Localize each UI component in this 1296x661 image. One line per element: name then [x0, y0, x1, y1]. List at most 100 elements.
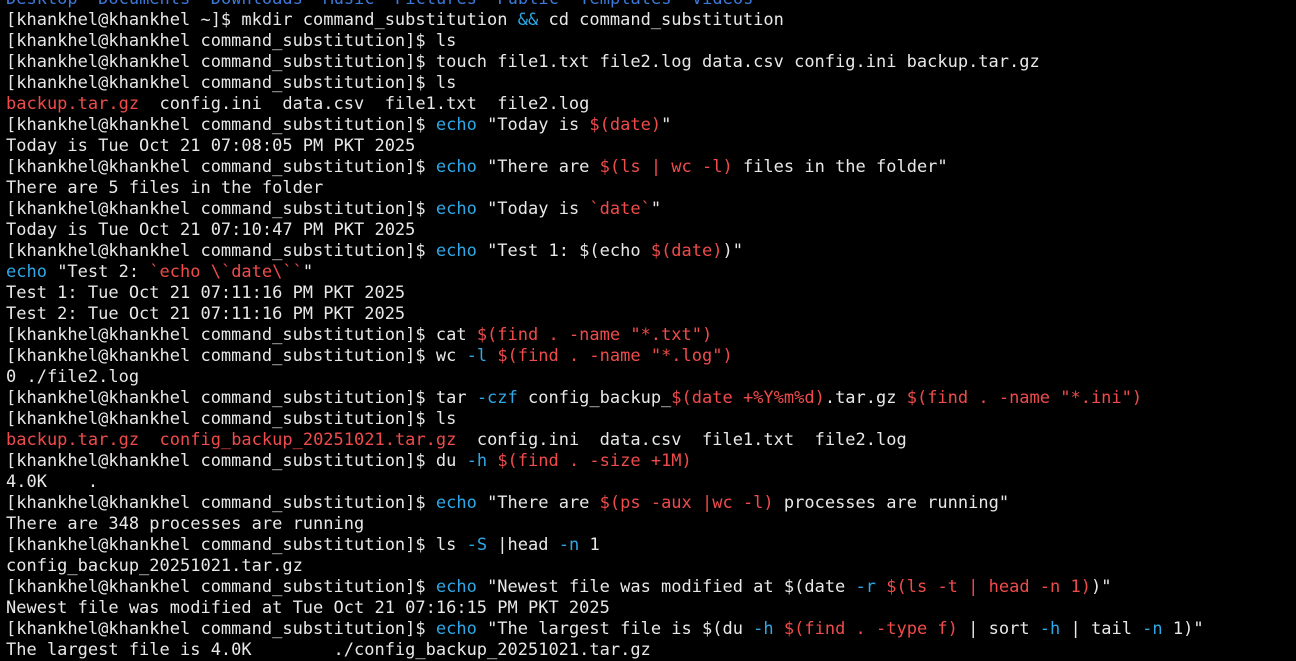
terminal-text-segment: cd command_substitution — [538, 10, 784, 30]
terminal-text-segment: files in the folder" — [732, 157, 948, 177]
terminal-text-segment: backup.tar.gz — [6, 430, 140, 450]
terminal-text-segment: There are 5 files in the folder — [6, 178, 324, 198]
terminal-line: [khankhel@khankhel command_substitution]… — [6, 577, 1296, 598]
terminal-line: 4.0K . — [6, 472, 1296, 493]
terminal-window[interactable]: Desktop Documents Downloads Music Pictur… — [6, 0, 1296, 661]
terminal-text-segment: [khankhel@khankhel command_substitution]… — [6, 157, 436, 177]
terminal-text-segment: [khankhel@khankhel command_substitution]… — [6, 535, 467, 555]
terminal-text-segment: | tail — [1060, 619, 1143, 639]
terminal-text-segment: $(find . -type f) — [783, 619, 958, 639]
terminal-text-segment: Public — [497, 0, 558, 9]
terminal-line: Desktop Documents Downloads Music Pictur… — [6, 0, 1296, 10]
terminal-text-segment: $(find . -size +1M) — [497, 451, 692, 471]
terminal-line: backup.tar.gz config_backup_20251021.tar… — [6, 430, 1296, 451]
terminal-text-segment: "Today is — [476, 199, 590, 219]
terminal-text-segment: "Today is — [476, 115, 590, 135]
terminal-text-segment: $(find . -name "*.log") — [497, 346, 733, 366]
terminal-text-segment: && — [517, 10, 539, 30]
terminal-text-segment: "Test 1: $(echo — [476, 241, 651, 261]
terminal-line: There are 348 processes are running — [6, 514, 1296, 535]
terminal-text-segment: $(find . -name "*.txt") — [476, 325, 713, 345]
terminal-text-segment: Test 1: Tue Oct 21 07:11:16 PM PKT 2025 — [6, 283, 406, 303]
terminal-text-segment: [khankhel@khankhel command_substitution]… — [6, 241, 436, 261]
terminal-text-segment: `date` — [589, 199, 651, 219]
terminal-text-segment: Videos — [692, 0, 753, 9]
terminal-text-segment: echo — [435, 157, 477, 177]
terminal-line: [khankhel@khankhel command_substitution]… — [6, 115, 1296, 136]
terminal-text-segment: [khankhel@khankhel command_substitution]… — [6, 73, 457, 93]
terminal-line: [khankhel@khankhel command_substitution]… — [6, 157, 1296, 178]
terminal-line: [khankhel@khankhel ~]$ mkdir command_sub… — [6, 10, 1296, 31]
terminal-text-segment: echo — [435, 115, 477, 135]
terminal-text-segment: [khankhel@khankhel command_substitution]… — [6, 31, 457, 51]
terminal-line: Test 1: Tue Oct 21 07:11:16 PM PKT 2025 — [6, 283, 1296, 304]
terminal-text-segment: Newest file was modified at Tue Oct 21 0… — [6, 598, 610, 618]
terminal-line: backup.tar.gz config.ini data.csv file1.… — [6, 94, 1296, 115]
terminal-text-segment: $(ls -t | head -n 1) — [886, 577, 1091, 597]
terminal-text-segment: $(date) — [650, 241, 723, 261]
terminal-text-segment: " — [302, 262, 314, 282]
terminal-text-segment: .tar.gz — [824, 388, 907, 408]
terminal-line: Today is Tue Oct 21 07:08:05 PM PKT 2025 — [6, 136, 1296, 157]
terminal-text-segment: -h — [753, 619, 774, 639]
terminal-text-segment: echo — [435, 493, 477, 513]
terminal-text-segment: [khankhel@khankhel command_substitution]… — [6, 346, 467, 366]
terminal-text-segment: echo — [435, 199, 477, 219]
terminal-text-segment: 4.0K . — [6, 472, 99, 492]
terminal-text-segment: config_backup_ — [517, 388, 672, 408]
terminal-text-segment: [khankhel@khankhel command_substitution]… — [6, 451, 467, 471]
terminal-text-segment: )" — [722, 241, 743, 261]
terminal-line: [khankhel@khankhel command_substitution]… — [6, 535, 1296, 556]
terminal-text-segment: $(date +%Y%m%d) — [671, 388, 825, 408]
terminal-text-segment: backup.tar.gz — [6, 94, 140, 114]
terminal-text-segment: -r — [855, 577, 877, 597]
terminal-line: [khankhel@khankhel command_substitution]… — [6, 52, 1296, 73]
terminal-text-segment: [khankhel@khankhel command_substitution]… — [6, 619, 436, 639]
terminal-line: config_backup_20251021.tar.gz — [6, 556, 1296, 577]
terminal-text-segment: "The largest file is $(du — [476, 619, 754, 639]
terminal-line: [khankhel@khankhel command_substitution]… — [6, 388, 1296, 409]
terminal-text-segment: Today is Tue Oct 21 07:10:47 PM PKT 2025 — [6, 220, 416, 240]
terminal-text-segment: Downloads — [211, 0, 303, 9]
terminal-line: [khankhel@khankhel command_substitution]… — [6, 73, 1296, 94]
terminal-text-segment: -czf — [476, 388, 518, 408]
terminal-line: 0 ./file2.log — [6, 367, 1296, 388]
terminal-line: [khankhel@khankhel command_substitution]… — [6, 346, 1296, 367]
terminal-text-segment: -n — [1142, 619, 1163, 639]
terminal-text-segment: -h — [1039, 619, 1061, 639]
terminal-line: [khankhel@khankhel command_substitution]… — [6, 325, 1296, 346]
terminal-text-segment: Music — [323, 0, 374, 9]
terminal-line: [khankhel@khankhel command_substitution]… — [6, 241, 1296, 262]
terminal-text-segment: [khankhel@khankhel ~]$ mkdir command_sub… — [6, 10, 518, 30]
terminal-text-segment: | sort — [957, 619, 1040, 639]
terminal-text-segment: 0 ./file2.log — [6, 367, 140, 387]
terminal-line: [khankhel@khankhel command_substitution]… — [6, 493, 1296, 514]
terminal-text-segment: Pictures — [395, 0, 477, 9]
terminal-text-segment: config.ini data.csv file1.txt file2.log — [456, 430, 907, 450]
terminal-text-segment: `echo \`date\`` — [149, 262, 303, 282]
terminal-text-segment: [khankhel@khankhel command_substitution]… — [6, 409, 457, 429]
terminal-text-segment: Templates — [579, 0, 671, 9]
terminal-text-segment: [khankhel@khankhel command_substitution]… — [6, 115, 436, 135]
terminal-text-segment: Today is Tue Oct 21 07:08:05 PM PKT 2025 — [6, 136, 416, 156]
terminal-line: echo "Test 2: `echo \`date\``" — [6, 262, 1296, 283]
terminal-text-segment: config.ini data.csv file1.txt file2.log — [139, 94, 590, 114]
terminal-line: [khankhel@khankhel command_substitution]… — [6, 31, 1296, 52]
terminal-line: There are 5 files in the folder — [6, 178, 1296, 199]
terminal-line: [khankhel@khankhel command_substitution]… — [6, 409, 1296, 430]
terminal-text-segment: [khankhel@khankhel command_substitution]… — [6, 52, 1040, 72]
terminal-text-segment: $(ls | wc -l) — [599, 157, 733, 177]
terminal-text-segment: )" — [1090, 577, 1112, 597]
terminal-text-segment: echo — [435, 577, 477, 597]
terminal-text-segment: $(date) — [589, 115, 662, 135]
terminal-text-segment: config_backup_20251021.tar.gz — [6, 556, 303, 576]
